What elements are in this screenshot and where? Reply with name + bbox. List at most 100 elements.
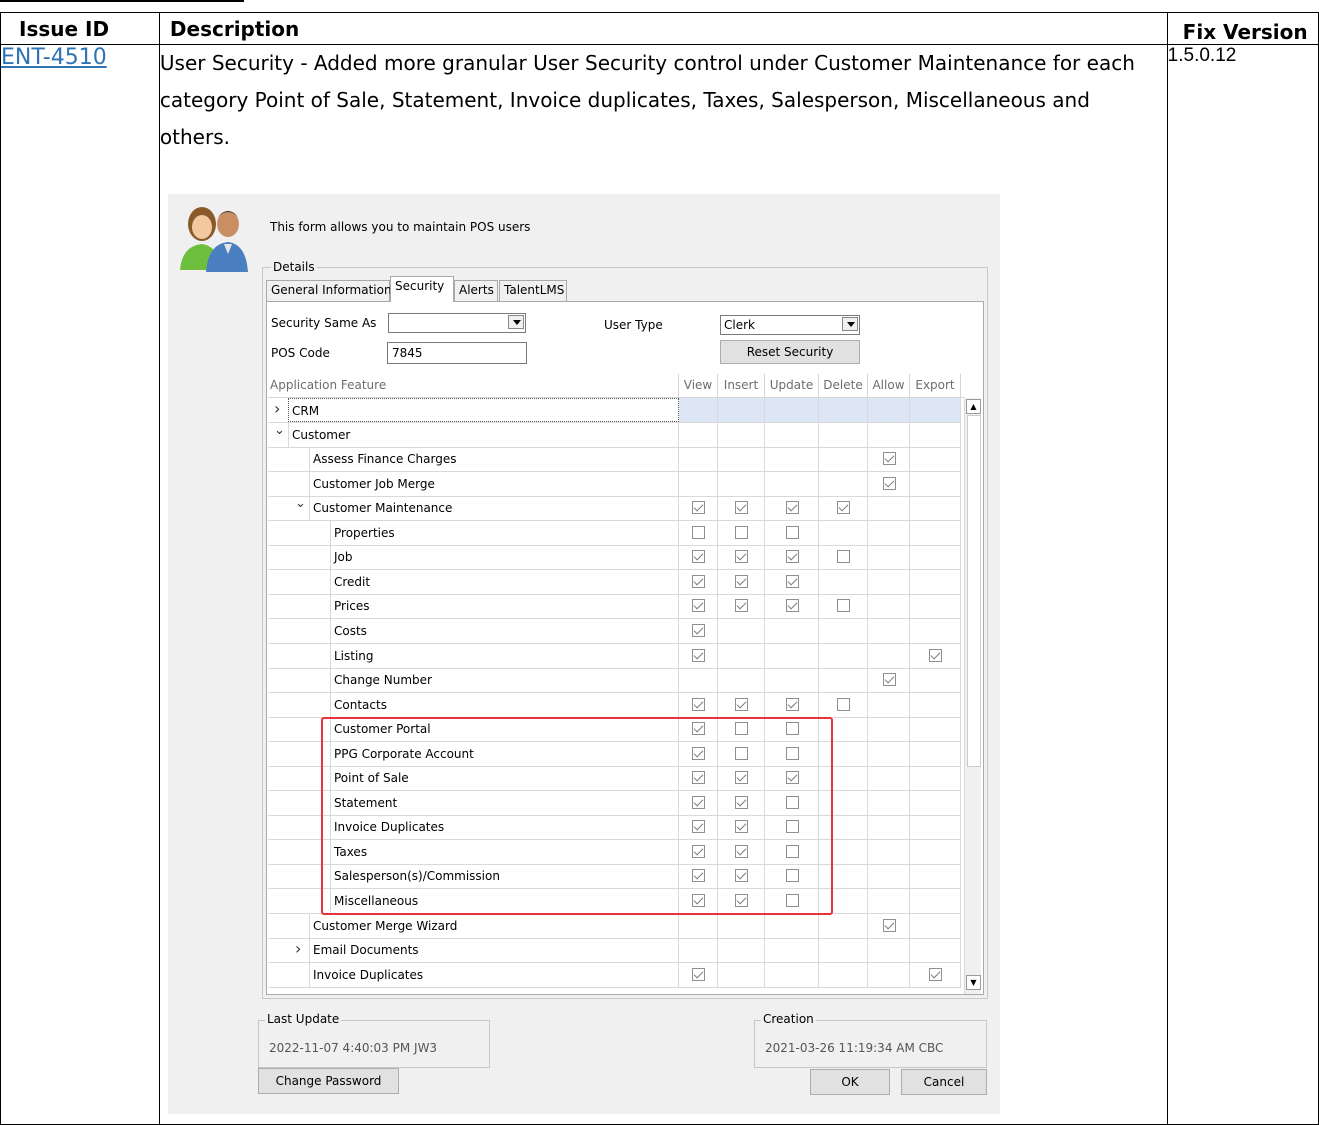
permission-checkbox[interactable] — [837, 550, 850, 564]
feature-cell[interactable]: Point of Sale — [330, 766, 679, 791]
permission-checkbox[interactable] — [929, 967, 942, 981]
chevron-down-icon[interactable] — [508, 315, 524, 329]
permission-checkbox[interactable] — [735, 795, 748, 809]
permission-checkbox[interactable] — [692, 967, 705, 981]
feature-cell[interactable]: Taxes — [330, 839, 679, 864]
permission-checkbox[interactable] — [735, 894, 748, 907]
tab-talentlms[interactable]: TalentLMS — [499, 280, 567, 301]
table-row[interactable]: Customer ⌄ — [268, 422, 961, 448]
feature-cell[interactable]: Prices — [330, 594, 679, 619]
permission-checkbox[interactable] — [786, 501, 799, 515]
feature-cell[interactable]: Invoice Duplicates — [330, 815, 679, 840]
ok-button[interactable]: OK — [810, 1069, 890, 1095]
table-row[interactable]: Taxes — [268, 839, 961, 865]
permission-checkbox[interactable] — [735, 746, 748, 760]
feature-cell[interactable]: Credit — [330, 569, 679, 594]
column-header[interactable]: Insert — [718, 374, 765, 397]
user-type-combo[interactable]: Clerk — [720, 315, 860, 335]
permission-checkbox[interactable] — [786, 525, 799, 539]
table-row[interactable]: Customer Portal — [268, 717, 961, 743]
table-row[interactable]: Customer Maintenance ⌄ — [268, 496, 961, 522]
permission-checkbox[interactable] — [692, 697, 705, 711]
pos-code-input[interactable]: 7845 — [387, 342, 527, 364]
permission-checkbox[interactable] — [735, 844, 748, 858]
scroll-thumb[interactable] — [967, 415, 981, 767]
grid-vertical-scrollbar[interactable]: ▲ ▼ — [964, 398, 981, 994]
feature-cell[interactable]: Contacts — [330, 692, 679, 717]
table-row[interactable]: Miscellaneous — [268, 889, 961, 914]
chevron-down-icon[interactable]: ⌄ — [274, 423, 285, 438]
permission-checkbox[interactable] — [692, 525, 705, 539]
permission-checkbox[interactable] — [883, 452, 896, 466]
table-row[interactable]: Costs — [268, 618, 961, 644]
permission-checkbox[interactable] — [786, 574, 799, 588]
permission-checkbox[interactable] — [786, 746, 799, 760]
tab-alerts[interactable]: Alerts — [454, 280, 498, 301]
permission-checkbox[interactable] — [735, 771, 748, 785]
table-row[interactable]: PPG Corporate Account — [268, 741, 961, 767]
permission-checkbox[interactable] — [735, 525, 748, 539]
permission-checkbox[interactable] — [692, 894, 705, 907]
table-row[interactable]: Invoice Duplicates — [268, 962, 961, 988]
permission-checkbox[interactable] — [692, 795, 705, 809]
feature-cell[interactable]: Statement — [330, 790, 679, 815]
scroll-down-icon[interactable]: ▼ — [966, 975, 981, 990]
feature-cell[interactable]: Salesperson(s)/Commission — [330, 864, 679, 889]
permission-checkbox[interactable] — [786, 722, 799, 736]
permission-checkbox[interactable] — [692, 746, 705, 760]
permission-checkbox[interactable] — [735, 550, 748, 564]
permission-checkbox[interactable] — [786, 844, 799, 858]
feature-cell[interactable]: Listing — [330, 643, 679, 668]
feature-cell[interactable]: Email Documents — [309, 938, 679, 963]
permission-checkbox[interactable] — [786, 550, 799, 564]
scroll-up-icon[interactable]: ▲ — [966, 399, 981, 414]
table-row[interactable]: Assess Finance Charges — [268, 447, 961, 473]
feature-cell[interactable]: Costs — [330, 618, 679, 643]
table-row[interactable]: Statement — [268, 790, 961, 816]
permission-checkbox[interactable] — [692, 501, 705, 515]
permission-checkbox[interactable] — [692, 550, 705, 564]
permission-checkbox[interactable] — [692, 771, 705, 785]
permission-checkbox[interactable] — [692, 574, 705, 588]
feature-cell[interactable]: Invoice Duplicates — [309, 962, 679, 987]
table-row[interactable]: Customer Job Merge — [268, 471, 961, 497]
security-same-as-combo[interactable] — [388, 313, 526, 333]
feature-cell[interactable]: Customer Portal — [330, 717, 679, 742]
permission-checkbox[interactable] — [883, 673, 896, 687]
chevron-right-icon[interactable]: › — [274, 399, 284, 418]
column-header[interactable]: Allow — [868, 374, 910, 397]
permission-checkbox[interactable] — [786, 869, 799, 883]
permission-checkbox[interactable] — [735, 574, 748, 588]
column-header[interactable]: Application Feature — [268, 374, 679, 397]
table-row[interactable]: Properties — [268, 520, 961, 546]
permission-checkbox[interactable] — [837, 599, 850, 613]
permission-checkbox[interactable] — [929, 648, 942, 662]
permission-checkbox[interactable] — [692, 648, 705, 662]
feature-cell[interactable]: Change Number — [330, 668, 679, 693]
chevron-down-icon[interactable] — [842, 317, 858, 331]
permission-checkbox[interactable] — [692, 844, 705, 858]
permission-checkbox[interactable] — [692, 599, 705, 613]
table-row[interactable]: Invoice Duplicates — [268, 815, 961, 841]
permission-checkbox[interactable] — [883, 918, 896, 932]
feature-cell[interactable]: Customer Job Merge — [309, 471, 679, 496]
column-header[interactable]: Update — [765, 374, 819, 397]
permission-checkbox[interactable] — [883, 476, 896, 490]
table-row[interactable]: Email Documents › — [268, 938, 961, 964]
change-password-button[interactable]: Change Password — [258, 1068, 399, 1094]
permission-checkbox[interactable] — [837, 697, 850, 711]
permission-checkbox[interactable] — [692, 722, 705, 736]
chevron-down-icon[interactable]: ⌄ — [295, 496, 306, 511]
permission-checkbox[interactable] — [735, 722, 748, 736]
permission-checkbox[interactable] — [786, 894, 799, 907]
permission-checkbox[interactable] — [735, 501, 748, 515]
table-row[interactable]: Contacts — [268, 692, 961, 718]
reset-security-button[interactable]: Reset Security — [720, 340, 860, 364]
feature-cell[interactable]: Job — [330, 545, 679, 570]
permission-checkbox[interactable] — [735, 869, 748, 883]
cancel-button[interactable]: Cancel — [901, 1069, 987, 1095]
feature-cell[interactable]: Miscellaneous — [330, 889, 679, 913]
permission-checkbox[interactable] — [692, 869, 705, 883]
feature-cell[interactable]: Properties — [330, 520, 679, 545]
table-row[interactable]: Listing — [268, 643, 961, 669]
